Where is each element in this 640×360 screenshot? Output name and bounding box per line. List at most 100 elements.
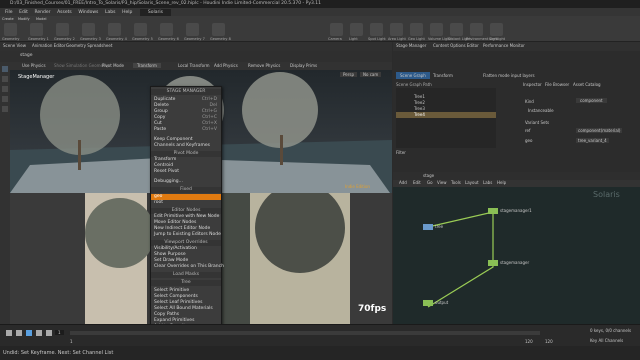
shelf-tab-model[interactable]: Model	[36, 17, 47, 21]
display-prims-toggle[interactable]: Display Prims	[290, 63, 317, 68]
area-light-tool-icon[interactable]	[390, 23, 403, 36]
select-icon[interactable]	[2, 66, 8, 72]
tab-transform[interactable]: Transform	[433, 73, 453, 78]
node-label: output	[435, 300, 449, 305]
shelf-tab-create[interactable]: Create	[2, 17, 14, 21]
menu-item-channels-keyframes[interactable]: Channels and Keyframes	[154, 143, 219, 149]
scale-icon[interactable]	[2, 96, 8, 102]
network-menu-labs[interactable]: Labs	[483, 180, 492, 185]
camera-menu[interactable]: No cam	[360, 72, 382, 77]
viewport-path[interactable]: stage	[20, 53, 33, 58]
tool-label: Geometry 4	[106, 37, 127, 41]
play-back-icon[interactable]	[6, 330, 12, 336]
camera-tool-icon[interactable]	[330, 23, 343, 36]
geo-light-tool-icon[interactable]	[410, 23, 423, 36]
network-path[interactable]: stage	[423, 173, 434, 178]
status-bar: Undid: Set Keyframe. Next: Set Channel L…	[0, 346, 640, 360]
viewport-label: StageManager	[18, 74, 55, 80]
menu-item-jump-existing-editors[interactable]: Jump to Existing Editors Node	[154, 232, 221, 238]
network-editor[interactable]: stage Add Edit Go View Tools Layout Labs…	[393, 172, 640, 332]
play-icon[interactable]	[26, 330, 32, 336]
step-forward-icon[interactable]	[36, 330, 42, 336]
light-tool-icon[interactable]	[350, 23, 363, 36]
end-frame-field[interactable]: 120	[525, 339, 533, 344]
geometry-tool-icon[interactable]	[4, 23, 17, 36]
tree-row[interactable]: Tree3	[414, 106, 425, 111]
node-stagemanager1[interactable]	[488, 208, 498, 214]
tree-row-selected[interactable]	[396, 112, 496, 118]
geometry8-tool-icon[interactable]	[212, 23, 225, 36]
menu-item-reset-pivot[interactable]: Reset Pivot	[154, 169, 219, 175]
start-frame-field[interactable]: 1	[70, 339, 73, 344]
current-frame-field[interactable]: 1	[55, 330, 64, 335]
tool-label: Geometry 8	[210, 37, 231, 41]
local-transform-toggle[interactable]: Local Transform	[178, 63, 210, 68]
transform-button[interactable]: Transform	[133, 63, 161, 68]
handle-icon[interactable]	[2, 106, 8, 112]
tab-performance-monitor[interactable]: Performance Monitor	[483, 43, 525, 48]
geometry3-tool-icon[interactable]	[82, 23, 95, 36]
tab-animation-editor[interactable]: Animation Editor	[32, 43, 66, 48]
geometry2-tool-icon[interactable]	[56, 23, 69, 36]
add-physics-button[interactable]: Add Physics	[214, 63, 238, 68]
node-output[interactable]	[423, 300, 433, 306]
tab-scene-graph[interactable]: Scene Graph	[396, 72, 430, 79]
tab-stage-manager[interactable]: Stage Manager	[396, 43, 426, 48]
rotate-icon[interactable]	[2, 86, 8, 92]
tab-scene-view[interactable]: Scene View	[3, 43, 26, 48]
shelf-tab-modify[interactable]: Modify	[18, 17, 30, 21]
tab-inspector[interactable]: Inspector	[523, 82, 542, 87]
node-stagemanager[interactable]	[488, 260, 498, 266]
tab-asset-catalog[interactable]: Asset Catalog	[573, 82, 601, 87]
remove-physics-button[interactable]: Remove Physics	[248, 63, 280, 68]
tab-content-options[interactable]: Content Options Editor	[433, 43, 479, 48]
kind-dropdown[interactable]: component	[576, 98, 607, 103]
network-menu-help[interactable]: Help	[497, 180, 506, 185]
network-menu-view[interactable]: View	[437, 180, 447, 185]
menu-item-debugging[interactable]: Debugging...	[154, 179, 219, 185]
network-menu-layout[interactable]: Layout	[465, 180, 479, 185]
geometry5-tool-icon[interactable]	[134, 23, 147, 36]
show-sim-geometry-toggle[interactable]: Show Simulation Geometry	[54, 63, 109, 68]
step-back-icon[interactable]	[16, 330, 22, 336]
tool-label: Spot Light	[368, 37, 386, 41]
geometry6-tool-icon[interactable]	[160, 23, 173, 36]
geometry4-tool-icon[interactable]	[108, 23, 121, 36]
variant-value[interactable]: component(material)	[576, 128, 623, 133]
sky-light-tool-icon[interactable]	[490, 23, 503, 36]
menu-item-clear-overrides[interactable]: Clear Overrides on This Branch	[154, 264, 224, 270]
node-tree[interactable]	[423, 224, 433, 230]
geometry1-tool-icon[interactable]	[30, 23, 43, 36]
timeline-bar[interactable]	[70, 331, 540, 335]
tab-file-browser[interactable]: File Browser	[545, 82, 569, 87]
menu-item-root[interactable]: root	[154, 200, 219, 206]
spot-light-tool-icon[interactable]	[370, 23, 383, 36]
distant-light-tool-icon[interactable]	[450, 23, 463, 36]
play-forward-icon[interactable]	[46, 330, 52, 336]
instanceable-checkbox[interactable]: Instanceable	[528, 108, 554, 113]
flatten-checkbox[interactable]: Flatten mode input layers	[483, 73, 535, 78]
tool-label: Geometry 1	[28, 37, 49, 41]
scene-graph-tree[interactable]: Tree1 Tree2 Tree3 Tree4	[396, 88, 496, 148]
persp-button[interactable]: Persp	[340, 72, 357, 77]
network-menu-go[interactable]: Go	[427, 180, 433, 185]
network-menu-tools[interactable]: Tools	[451, 180, 461, 185]
geometry7-tool-icon[interactable]	[186, 23, 199, 36]
network-menu-edit[interactable]: Edit	[413, 180, 421, 185]
environment-light-tool-icon[interactable]	[470, 23, 483, 36]
tab-geometry-spreadsheet[interactable]: Geometry Spreadsheet	[66, 43, 112, 48]
move-icon[interactable]	[2, 76, 8, 82]
scene-graph-path-header: Scene Graph Path	[396, 82, 432, 87]
tree-row[interactable]: Tree1	[414, 94, 425, 99]
key-all-button[interactable]: Key All Channels	[590, 338, 623, 343]
tree-row[interactable]: Tree2	[414, 100, 425, 105]
viewport-path-bar: stage	[0, 51, 392, 62]
filter-field[interactable]: Filter	[396, 150, 406, 155]
network-menu-add[interactable]: Add	[399, 180, 407, 185]
volume-light-tool-icon[interactable]	[430, 23, 443, 36]
end-frame-field-2[interactable]: 120	[545, 339, 553, 344]
variant-value[interactable]: tree_variant_4	[576, 138, 609, 143]
viewport-toolbar: Use Physics Show Simulation Geometry Piv…	[10, 62, 392, 70]
use-physics-toggle[interactable]: Use Physics	[22, 63, 46, 68]
menu-item-paste[interactable]: Paste Ctrl+V	[154, 127, 219, 133]
